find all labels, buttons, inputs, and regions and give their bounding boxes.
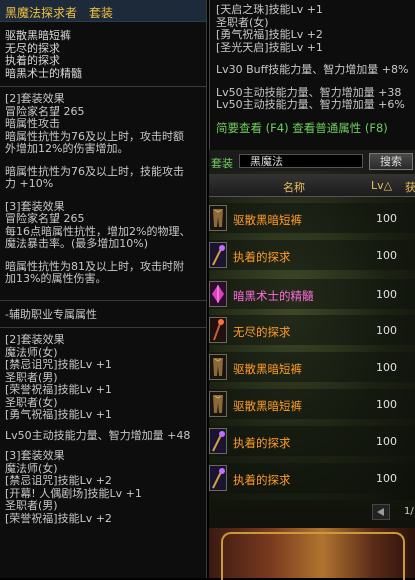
list-item[interactable]: 执着的探求 100 [209, 240, 415, 270]
shorts-icon [209, 391, 227, 417]
set2-line: 暗属性攻击 [5, 117, 60, 130]
item-name: 驱散黑暗短裤 [233, 213, 302, 227]
set2-line: 外增加12%的伤害增加。 [5, 142, 129, 155]
set2b-line: 力 +10% [5, 177, 54, 190]
item-name: 执着的探求 [233, 473, 291, 487]
set-suffix: 套装 [89, 6, 114, 20]
bottom-banner-artwork [209, 528, 415, 580]
aux-title: -辅助职业专属属性 [5, 307, 97, 321]
item-level: 100 [376, 212, 397, 225]
list-item[interactable]: 暗黑术士的精髓 100 [209, 279, 415, 309]
item-level: 100 [376, 361, 397, 374]
staff-icon [209, 317, 227, 343]
divider [0, 327, 206, 328]
column-get-header[interactable]: 获 [405, 179, 415, 195]
wand-icon [209, 465, 227, 491]
item-name: 驱散黑暗短裤 [233, 362, 302, 376]
aux2-line: [2]套装效果 [5, 333, 65, 346]
set3-line: 魔法暴击率。(最多增加10%) [5, 237, 149, 250]
aux2-line: [禁忌诅咒]技能Lv +1 [5, 358, 112, 371]
crystal-icon [209, 281, 227, 307]
item-level: 100 [376, 288, 397, 301]
prev-page-button[interactable] [372, 504, 390, 520]
ornamental-frame [221, 532, 405, 580]
search-category-label: 套装 [211, 157, 233, 170]
search-input[interactable]: 黑魔法 [239, 154, 363, 168]
wand-icon [209, 428, 227, 454]
aux3-line: [3]套装效果 [5, 449, 65, 462]
shorts-icon [209, 354, 227, 380]
list-item[interactable]: 无尽的探求 100 [209, 315, 415, 345]
item-name: 驱散黑暗短裤 [233, 399, 302, 413]
divider [0, 299, 206, 301]
tooltip-line: [天启之珠]技能Lv +1 [216, 3, 323, 16]
item-name: 执着的探求 [233, 436, 291, 450]
list-item[interactable]: 执着的探求 100 [209, 426, 415, 456]
item-name: 无尽的探求 [233, 325, 291, 339]
set-item-line: 执着的探求 [5, 54, 60, 67]
set-title: 黑魔法探求者 套装 [0, 0, 206, 22]
set-name: 黑魔法探求者 [5, 6, 78, 20]
shortcut-hint: 简要查看 (F4) 查看普通属性 (F8) [216, 120, 388, 135]
page-indicator: 1/ [404, 506, 414, 517]
shorts-icon [209, 205, 227, 231]
list-header: 名称 Lv△ 获 [209, 174, 415, 197]
pager: 1/ [370, 503, 415, 521]
tooltip-line: Lv30 Buff技能力量、智力增加量 +8% [216, 63, 409, 76]
search-bar: 套装 黑魔法 搜索 [209, 152, 415, 171]
column-name-header[interactable]: 名称 [283, 179, 305, 195]
list-item[interactable]: 驱散黑暗短裤 100 [209, 203, 415, 233]
item-level: 100 [376, 435, 397, 448]
divider [0, 86, 206, 87]
aux2b-line: Lv50主动技能力量、智力增加量 +48 [5, 428, 191, 442]
item-name: 暗黑术士的精髓 [233, 289, 314, 303]
item-level: 100 [376, 472, 397, 485]
column-lv-header[interactable]: Lv△ [371, 179, 392, 192]
item-level: 100 [376, 324, 397, 337]
set-item-line: 驱散黑暗短裤 [5, 29, 71, 42]
set2-line: [2]套装效果 [5, 92, 65, 105]
set-item-line: 暗黑术士的精髓 [5, 66, 82, 80]
set3b-line: 加13%的属性伤害。 [5, 272, 107, 285]
aux2-line: [荣誉祝福]技能Lv +1 [5, 383, 112, 396]
aux3-line: [禁忌诅咒]技能Lv +2 [5, 474, 112, 487]
item-tooltip-continued: [天启之珠]技能Lv +1 圣职者(女) [勇气祝福]技能Lv +2 [圣光天启… [209, 0, 415, 150]
list-item[interactable]: 驱散黑暗短裤 100 [209, 352, 415, 382]
list-item[interactable]: 驱散黑暗短裤 100 [209, 389, 415, 419]
tooltip-line: Lv50主动技能力量、智力增加量 +6% [216, 98, 405, 111]
set3-line: 冒险家名望 265 [5, 212, 85, 225]
search-button[interactable]: 搜索 [369, 153, 413, 170]
item-level: 100 [376, 398, 397, 411]
wand-icon [209, 242, 227, 268]
list-item[interactable]: 执着的探求 100 [209, 463, 415, 493]
set-tooltip: 黑魔法探求者 套装 驱散黑暗短裤 无尽的探求 执着的探求 暗黑术士的精髓 [2]套… [0, 0, 207, 578]
tooltip-line: [圣光天启]技能Lv +1 [216, 40, 323, 54]
item-level: 100 [376, 249, 397, 262]
item-name: 执着的探求 [233, 250, 291, 264]
aux2-line: [勇气祝福]技能Lv +1 [5, 408, 112, 421]
tooltip-line: [勇气祝福]技能Lv +2 [216, 28, 323, 41]
aux3-line: 圣职者(男) [5, 499, 58, 512]
aux3-line: [荣誉祝福]技能Lv +2 [5, 511, 112, 525]
